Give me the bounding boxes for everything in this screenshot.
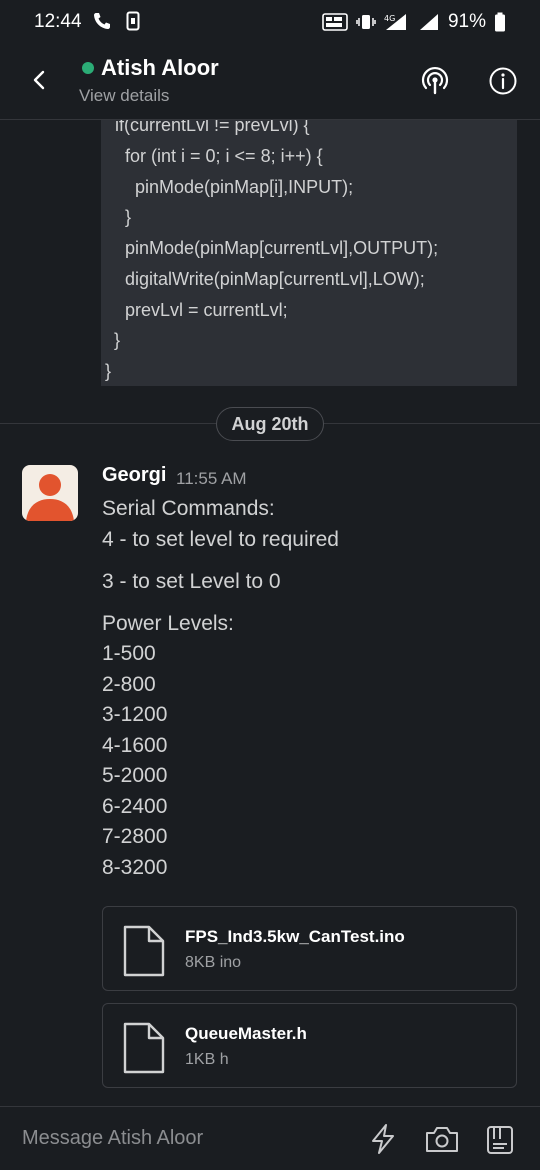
presence-indicator — [82, 62, 94, 74]
conversation-header: Atish Aloor View details — [0, 44, 540, 120]
message-text-line: 4-1600 — [102, 734, 168, 757]
battery-icon — [495, 12, 505, 32]
back-arrow-icon[interactable] — [26, 66, 54, 94]
signal-icon — [419, 14, 438, 30]
file-name: FPS_Ind3.5kw_CanTest.ino — [185, 927, 405, 946]
lightning-icon[interactable] — [368, 1123, 398, 1155]
status-bar: 12:44 4G 91% — [0, 0, 540, 44]
status-time: 12:44 — [34, 11, 82, 32]
file-icon — [123, 925, 165, 977]
volte-icon — [322, 13, 348, 31]
info-icon[interactable] — [486, 64, 520, 98]
file-icon — [123, 1022, 165, 1074]
conversation-title[interactable]: Atish Aloor — [101, 55, 219, 81]
code-line: for (int i = 0; i <= 8; i++) { — [115, 146, 323, 166]
code-line: } — [105, 361, 112, 381]
view-details-link[interactable]: View details — [79, 86, 169, 106]
code-line: } — [109, 330, 121, 350]
code-line: } — [115, 207, 132, 227]
user-avatar-icon — [26, 474, 74, 521]
message-text-line: 3 - to set Level to 0 — [102, 570, 281, 593]
code-line: pinMode(pinMap[i],INPUT); — [115, 177, 354, 197]
message-text-line: 1-500 — [102, 642, 156, 665]
huddle-icon[interactable] — [418, 64, 452, 98]
code-snippet: if(currentLvl != prevLvl) { for (int i =… — [101, 120, 517, 386]
file-attachment[interactable]: QueueMaster.h 1KB h — [102, 1003, 517, 1088]
code-line: prevLvl = currentLvl; — [115, 300, 288, 320]
message-text-line: 8-3200 — [102, 856, 168, 879]
message-input[interactable]: Message Atish Aloor — [22, 1127, 203, 1150]
date-divider[interactable]: Aug 20th — [216, 407, 324, 441]
file-meta: 1KB h — [185, 1051, 229, 1068]
message-author[interactable]: Georgi — [102, 464, 166, 487]
battery-percent: 91% — [447, 11, 486, 32]
message-timestamp: 11:55 AM — [176, 469, 247, 488]
message-text-line: 5-2000 — [102, 764, 168, 787]
message-text-line: 2-800 — [102, 673, 156, 696]
message-text-line: 3-1200 — [102, 703, 168, 726]
vibrate-icon — [356, 15, 376, 29]
file-name: QueueMaster.h — [185, 1024, 307, 1043]
sim-icon — [126, 11, 140, 31]
file-attachment[interactable]: FPS_Ind3.5kw_CanTest.ino 8KB ino — [102, 906, 517, 991]
camera-icon[interactable] — [424, 1123, 460, 1155]
code-line: pinMode(pinMap[currentLvl],OUTPUT); — [115, 238, 439, 258]
signal-4g-icon: 4G — [384, 14, 406, 30]
message-text-line: 7-2800 — [102, 825, 168, 848]
phone-icon — [94, 13, 110, 29]
message-composer: Message Atish Aloor — [0, 1106, 540, 1170]
message-text-line: 6-2400 — [102, 795, 168, 818]
clipboard-icon[interactable] — [484, 1123, 516, 1155]
svg-text:4G: 4G — [384, 14, 395, 23]
avatar[interactable] — [22, 465, 78, 521]
status-left-icons — [92, 11, 140, 31]
code-line: digitalWrite(pinMap[currentLvl],LOW); — [115, 269, 425, 289]
status-right-icons: 4G 91% — [322, 11, 506, 33]
code-line: if(currentLvl != prevLvl) { — [115, 120, 310, 135]
file-meta: 8KB ino — [185, 954, 242, 971]
message-text-line: 4 - to set level to required — [102, 528, 339, 551]
message-text-line: Power Levels: — [102, 612, 234, 635]
message-text-line: Serial Commands: — [102, 497, 275, 520]
